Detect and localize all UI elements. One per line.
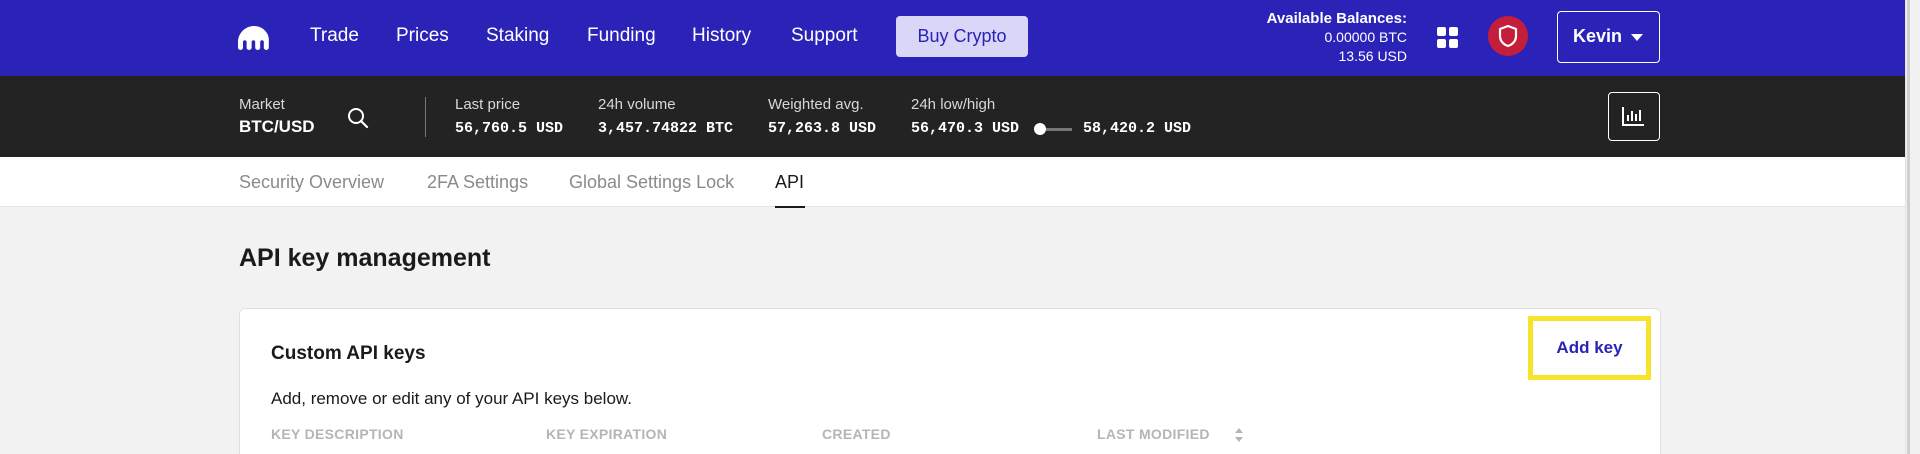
nav-support[interactable]: Support [791,24,858,48]
nav-trade[interactable]: Trade [310,24,359,48]
scrollbar-thumb[interactable] [1907,0,1910,454]
tab-global-settings-lock[interactable]: Global Settings Lock [569,171,734,193]
shield-icon [1498,24,1518,48]
card-title: Custom API keys [271,343,426,364]
balance-usd: 13.56 USD [1338,48,1407,64]
last-price-label: Last price [455,96,521,113]
divider [425,97,426,137]
nav-prices[interactable]: Prices [396,24,449,48]
security-tabs: Security Overview 2FA Settings Global Se… [0,157,1905,208]
volume-label: 24h volume [598,96,676,113]
chevron-down-icon [1631,34,1643,41]
nav-staking[interactable]: Staking [486,24,549,48]
kraken-logo-icon[interactable] [238,26,270,50]
tab-2fa-settings[interactable]: 2FA Settings [427,171,528,193]
security-shield-button[interactable] [1488,16,1528,56]
range-indicator-dot [1034,123,1046,135]
apps-grid-icon[interactable] [1437,27,1459,49]
column-created[interactable]: CREATED [822,426,891,442]
available-balances: Available Balances: 0.00000 BTC 13.56 US… [1267,9,1407,66]
page-title: API key management [239,244,491,272]
user-menu-button[interactable]: Kevin [1557,11,1660,63]
range-indicator-bar [1046,128,1072,131]
custom-api-keys-card: Custom API keys Add key Add, remove or e… [239,308,1661,454]
tab-api[interactable]: API [775,171,804,193]
weighted-avg-label: Weighted avg. [768,96,864,113]
low-high-label: 24h low/high [911,96,996,113]
add-key-button[interactable]: Add key [1528,316,1651,380]
low-value: 56,470.3 USD [911,120,1020,137]
last-price-value: 56,760.5 USD [455,120,564,137]
volume-value: 3,457.74822 BTC [598,120,734,137]
top-navbar: Trade Prices Staking Funding History Sup… [0,0,1905,76]
card-description: Add, remove or edit any of your API keys… [271,389,632,408]
market-label: Market [239,96,285,113]
chart-button[interactable] [1608,92,1660,141]
buy-crypto-button[interactable]: Buy Crypto [896,16,1028,57]
balance-btc: 0.00000 BTC [1324,29,1408,45]
search-icon[interactable] [346,106,370,130]
market-bar: Market BTC/USD Last price 56,760.5 USD 2… [0,76,1905,157]
sort-icon[interactable] [1234,427,1244,443]
user-name: Kevin [1573,26,1623,46]
market-pair[interactable]: BTC/USD [239,117,315,137]
balances-title: Available Balances: [1266,10,1407,27]
column-key-description[interactable]: KEY DESCRIPTION [271,426,404,442]
bar-chart-icon [1622,107,1644,126]
nav-history[interactable]: History [692,24,751,48]
tab-security-overview[interactable]: Security Overview [239,171,384,193]
column-key-expiration[interactable]: KEY EXPIRATION [546,426,667,442]
nav-funding[interactable]: Funding [587,24,656,48]
active-tab-indicator [775,206,805,208]
column-last-modified[interactable]: LAST MODIFIED [1097,426,1210,442]
weighted-avg-value: 57,263.8 USD [768,120,877,137]
high-value: 58,420.2 USD [1083,120,1192,137]
